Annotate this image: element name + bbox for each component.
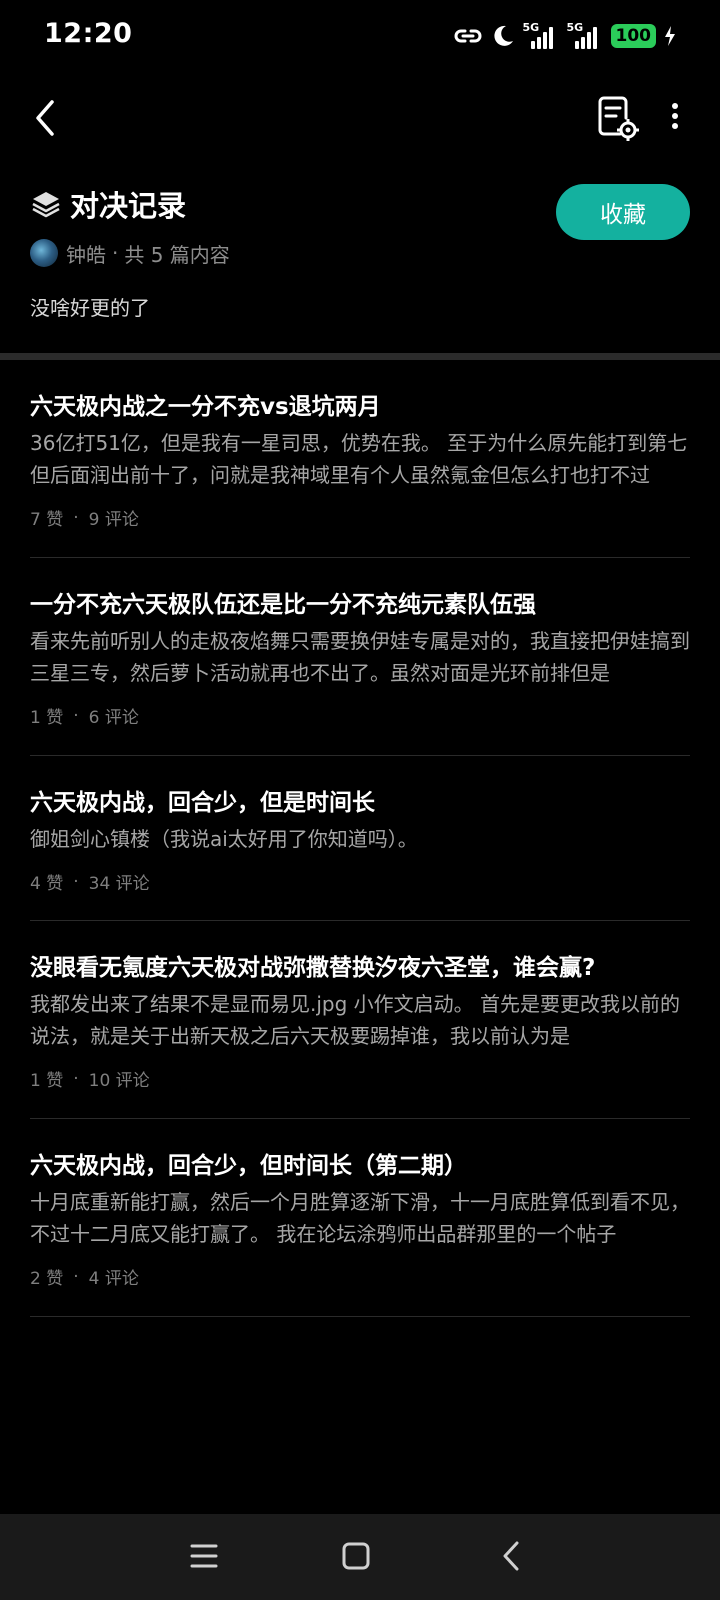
post-title[interactable]: 六天极内战，回合少，但时间长（第二期）: [30, 1150, 690, 1182]
post-item[interactable]: 没眼看无氪度六天极对战弥撒替换汐夜六圣堂，谁会赢? 我都发出来了结果不是显而易见…: [30, 921, 690, 1119]
meta-separator: ·: [73, 705, 79, 726]
status-bar: 12:20 5G 5G 100: [0, 0, 720, 72]
collection-title: 对决记录: [70, 189, 187, 223]
post-item[interactable]: 一分不充六天极队伍还是比一分不充纯元素队伍强 看来先前听别人的走极夜焰舞只需要换…: [30, 558, 690, 756]
follow-button[interactable]: 收藏: [556, 184, 690, 240]
meta-separator: ·: [73, 871, 79, 892]
comment-count: 10 评论: [88, 1071, 150, 1091]
post-excerpt: 我都发出来了结果不是显而易见.jpg 小作文启动。 首先是要更改我以前的说法，就…: [30, 992, 681, 1048]
back-icon: [36, 100, 54, 136]
post-meta: 4 赞 · 34 评论: [30, 869, 690, 895]
menu-icon: [190, 1544, 218, 1568]
toolbar: [0, 86, 720, 152]
post-title[interactable]: 一分不充六天极队伍还是比一分不充纯元素队伍强: [30, 589, 690, 621]
document-settings-button[interactable]: [596, 96, 640, 142]
link-icon: [454, 29, 481, 43]
collection-header: 对决记录 收藏 钟皓 · 共 5 篇内容 没啥好更的了: [30, 176, 690, 321]
post-meta: 1 赞 · 10 评论: [30, 1066, 690, 1092]
system-nav-bar: [0, 1514, 720, 1600]
author-name[interactable]: 钟皓: [66, 239, 106, 268]
like-count: 1 赞: [30, 1071, 64, 1091]
post-count: 共 5 篇内容: [124, 242, 230, 267]
post-meta: 2 赞 · 4 评论: [30, 1264, 690, 1290]
signal-5g-icon: 5G: [566, 21, 603, 49]
like-count: 4 赞: [30, 874, 64, 894]
signal-label: 5G: [522, 21, 540, 34]
meta-separator: ·: [73, 1266, 79, 1287]
status-icons: 5G 5G 100: [453, 20, 677, 52]
avatar[interactable]: [30, 239, 58, 267]
status-time: 12:20: [44, 18, 133, 49]
nav-back-button[interactable]: [492, 1536, 532, 1576]
back-icon: [503, 1541, 519, 1571]
post-meta: 7 赞 · 9 评论: [30, 505, 690, 531]
comment-count: 6 评论: [88, 708, 139, 728]
signal-5g-icon: 5G: [522, 21, 559, 49]
more-icon: [672, 103, 678, 129]
post-title[interactable]: 六天极内战之一分不充vs退坑两月: [30, 391, 690, 423]
like-count: 2 赞: [30, 1269, 64, 1289]
nav-menu-button[interactable]: [184, 1536, 224, 1576]
section-divider: [0, 353, 720, 360]
battery-icon: 100: [610, 24, 656, 48]
more-button[interactable]: [660, 98, 690, 142]
layers-icon: [32, 192, 60, 218]
charging-icon: [665, 26, 675, 46]
signal-label: 5G: [566, 21, 584, 34]
post-excerpt: 御姐剑心镇楼（我说ai太好用了你知道吗）。: [30, 827, 418, 851]
post-excerpt: 十月底重新能打赢，然后一个月胜算逐渐下滑，十一月底胜算低到看不见，不过十二月底又…: [30, 1190, 690, 1246]
post-item[interactable]: 六天极内战之一分不充vs退坑两月 36亿打51亿，但是我有一星司思，优势在我。 …: [30, 360, 690, 558]
meta-separator: ·: [73, 1068, 79, 1089]
post-excerpt: 36亿打51亿，但是我有一星司思，优势在我。 至于为什么原先能打到第七但后面润出…: [30, 431, 688, 487]
comment-count: 34 评论: [88, 874, 150, 894]
post-title[interactable]: 没眼看无氪度六天极对战弥撒替换汐夜六圣堂，谁会赢?: [30, 952, 690, 984]
author-separator: ·: [112, 241, 119, 265]
post-item[interactable]: 六天极内战，回合少，但是时间长 御姐剑心镇楼（我说ai太好用了你知道吗）。 4 …: [30, 756, 690, 921]
nav-home-button[interactable]: [336, 1536, 376, 1576]
post-title[interactable]: 六天极内战，回合少，但是时间长: [30, 787, 690, 819]
post-meta: 1 赞 · 6 评论: [30, 703, 690, 729]
comment-count: 9 评论: [88, 510, 139, 530]
back-button[interactable]: [26, 96, 70, 140]
comment-count: 4 评论: [88, 1269, 139, 1289]
meta-separator: ·: [73, 507, 79, 528]
post-item[interactable]: 六天极内战，回合少，但时间长（第二期） 十月底重新能打赢，然后一个月胜算逐渐下滑…: [30, 1119, 690, 1317]
post-list: 六天极内战之一分不充vs退坑两月 36亿打51亿，但是我有一星司思，优势在我。 …: [30, 360, 690, 1317]
collection-description: 没啥好更的了: [30, 296, 150, 320]
like-count: 7 赞: [30, 510, 64, 530]
moon-icon: [493, 25, 513, 46]
home-icon: [342, 1542, 370, 1570]
like-count: 1 赞: [30, 708, 64, 728]
document-settings-icon: [598, 96, 639, 141]
post-excerpt: 看来先前听别人的走极夜焰舞只需要换伊娃专属是对的，我直接把伊娃搞到三星三专，然后…: [30, 629, 690, 685]
